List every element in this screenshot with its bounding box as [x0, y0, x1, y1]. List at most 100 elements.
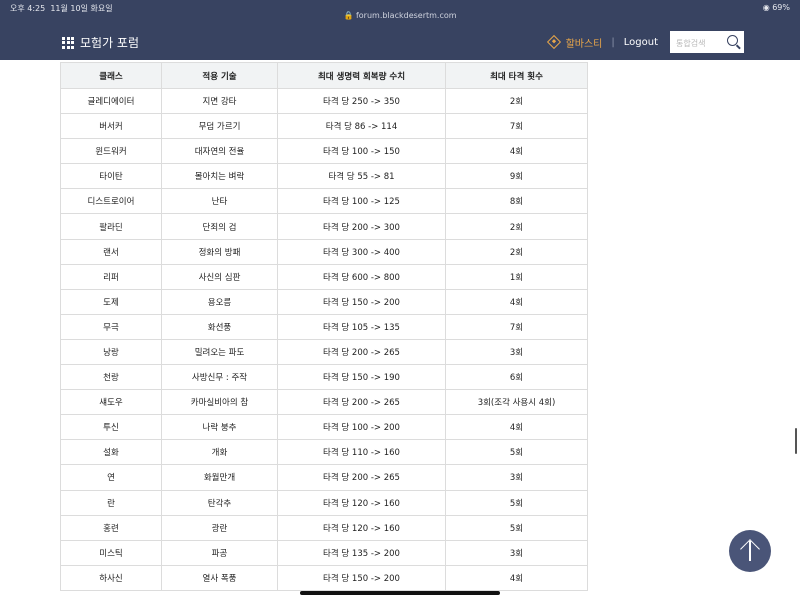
diamond-icon [546, 34, 561, 50]
cell-heal-amount: 타격 당 250 -> 350 [277, 87, 446, 115]
cell-skill: 용오름 [161, 288, 278, 315]
table-row: 낭랑 밀려오는 파도 타격 당 200 -> 265 3회 [60, 338, 588, 366]
cell-class: 천랑 [60, 364, 162, 391]
cell-heal-amount: 타격 당 100 -> 200 [277, 414, 446, 441]
cell-class: 윈드워커 [60, 138, 162, 165]
cell-heal-amount: 타격 당 110 -> 160 [277, 439, 446, 466]
table-row: 란 탄각추 타격 당 120 -> 160 5회 [60, 489, 588, 516]
cell-class: 팔라딘 [60, 213, 162, 240]
cell-heal-amount: 타격 당 200 -> 265 [277, 389, 446, 416]
cell-max-hits: 2회 [445, 87, 588, 115]
cell-class: 하사신 [60, 564, 162, 591]
cell-skill: 몰아치는 벼락 [161, 163, 278, 190]
cell-max-hits: 3회(조각 사용시 4회) [445, 389, 588, 416]
cell-heal-amount: 타격 당 100 -> 125 [277, 188, 446, 215]
cell-heal-amount: 타격 당 55 -> 81 [277, 163, 446, 190]
table-row: 타이탄 몰아치는 벼락 타격 당 55 -> 81 9회 [60, 163, 588, 190]
cell-max-hits: 4회 [445, 564, 588, 591]
header-max-hits: 최대 타격 횟수 [445, 62, 588, 89]
wifi-icon: ◉ [762, 3, 770, 12]
cell-class: 미스틱 [60, 539, 162, 566]
header-heal-amount: 최대 생명력 회복량 수치 [277, 62, 446, 89]
cell-skill: 난타 [161, 188, 278, 215]
cell-max-hits: 5회 [445, 489, 588, 516]
search-input[interactable] [670, 32, 722, 55]
cell-heal-amount: 타격 당 120 -> 160 [277, 514, 446, 541]
search-icon[interactable] [727, 35, 738, 46]
cell-heal-amount: 타격 당 200 -> 265 [277, 464, 446, 491]
cell-max-hits: 2회 [445, 238, 588, 265]
table-row: 리퍼 사신의 심판 타격 당 600 -> 800 1회 [60, 263, 588, 290]
cell-class: 버서커 [60, 113, 162, 140]
table-row: 하사신 열사 폭풍 타격 당 150 -> 200 4회 [60, 564, 588, 591]
cell-max-hits: 5회 [445, 514, 588, 541]
cell-heal-amount: 타격 당 86 -> 114 [277, 113, 446, 140]
cell-class: 설화 [60, 439, 162, 466]
cell-max-hits: 1회 [445, 263, 588, 290]
forum-home-link[interactable]: 모험가 포럼 [62, 34, 139, 51]
grid-menu-icon[interactable] [62, 36, 74, 49]
cell-skill: 사신의 심판 [161, 263, 278, 290]
table-row: 디스트로이어 난타 타격 당 100 -> 125 8회 [60, 188, 588, 215]
cell-class: 낭랑 [60, 338, 162, 366]
cell-max-hits: 3회 [445, 539, 588, 566]
cell-class: 랜서 [60, 238, 162, 265]
nav-title: 모험가 포럼 [80, 36, 140, 50]
cell-heal-amount: 타격 당 200 -> 300 [277, 213, 446, 240]
cell-heal-amount: 타격 당 150 -> 200 [277, 564, 446, 591]
cell-max-hits: 7회 [445, 313, 588, 340]
table-row: 도제 용오름 타격 당 150 -> 200 4회 [60, 288, 588, 315]
cell-class: 글레디에이터 [60, 87, 162, 115]
cell-skill: 단죄의 검 [161, 213, 278, 240]
table-row: 무극 화선풍 타격 당 105 -> 135 7회 [60, 313, 588, 340]
ios-status-bar: 오후 4:25 11월 10일 화요일 🔒 forum.blackdesertm… [0, 0, 800, 24]
cell-skill: 파공 [161, 539, 278, 566]
cell-max-hits: 3회 [445, 338, 588, 366]
cell-skill: 탄각추 [161, 489, 278, 516]
table-row: 천랑 사방신무 : 주작 타격 당 150 -> 190 6회 [60, 364, 588, 391]
table-row: 윈드워커 대자연의 전율 타격 당 100 -> 150 4회 [60, 138, 588, 165]
cell-heal-amount: 타격 당 150 -> 190 [277, 364, 446, 391]
cell-skill: 광란 [161, 514, 278, 541]
scroll-top-button[interactable] [729, 530, 771, 572]
site-navbar: 모험가 포럼 할바스티 | Logout [0, 24, 800, 60]
table-row: 미스틱 파공 타격 당 135 -> 200 3회 [60, 539, 588, 566]
cell-class: 타이탄 [60, 163, 162, 190]
table-row: 설화 개화 타격 당 110 -> 160 5회 [60, 439, 588, 466]
address-url[interactable]: 🔒 forum.blackdesertm.com [0, 11, 800, 20]
cell-skill: 개화 [161, 439, 278, 466]
cell-skill: 대자연의 전율 [161, 138, 278, 165]
table-row: 랜서 정화의 방패 타격 당 300 -> 400 2회 [60, 238, 588, 265]
cell-skill: 사방신무 : 주작 [161, 364, 278, 391]
table-row: 섀도우 카마실비아의 참 타격 당 200 -> 265 3회(조각 사용시 4회) [60, 389, 588, 416]
table-row: 버서커 무덤 가르기 타격 당 86 -> 114 7회 [60, 113, 588, 140]
header-skill: 적용 기술 [161, 62, 278, 89]
cell-max-hits: 4회 [445, 288, 588, 315]
scrollbar-thumb[interactable] [795, 428, 797, 454]
cell-skill: 지면 강타 [161, 87, 278, 115]
cell-heal-amount: 타격 당 120 -> 160 [277, 489, 446, 516]
cell-skill: 정화의 방패 [161, 238, 278, 265]
cell-max-hits: 3회 [445, 464, 588, 491]
cell-max-hits: 4회 [445, 414, 588, 441]
logout-link[interactable]: Logout [624, 37, 658, 48]
cell-heal-amount: 타격 당 600 -> 800 [277, 263, 446, 290]
cell-class: 홍련 [60, 514, 162, 541]
cell-class: 무극 [60, 313, 162, 340]
cell-class: 디스트로이어 [60, 188, 162, 215]
cell-class: 연 [60, 464, 162, 491]
cell-heal-amount: 타격 당 150 -> 200 [277, 288, 446, 315]
halbasti-link[interactable]: 할바스티 [566, 35, 603, 50]
header-class: 클래스 [60, 62, 162, 89]
cell-class: 리퍼 [60, 263, 162, 290]
table-row: 글레디에이터 지면 강타 타격 당 250 -> 350 2회 [60, 87, 588, 115]
cell-skill: 화선풍 [161, 313, 278, 340]
cell-heal-amount: 타격 당 200 -> 265 [277, 338, 446, 366]
nav-separator: | [611, 36, 615, 48]
table-row: 홍련 광란 타격 당 120 -> 160 5회 [60, 514, 588, 541]
table-header-row: 클래스 적용 기술 최대 생명력 회복량 수치 최대 타격 횟수 [60, 62, 588, 89]
cell-max-hits: 8회 [445, 188, 588, 215]
cell-heal-amount: 타격 당 135 -> 200 [277, 539, 446, 566]
cell-heal-amount: 타격 당 105 -> 135 [277, 313, 446, 340]
cell-class: 도제 [60, 288, 162, 315]
